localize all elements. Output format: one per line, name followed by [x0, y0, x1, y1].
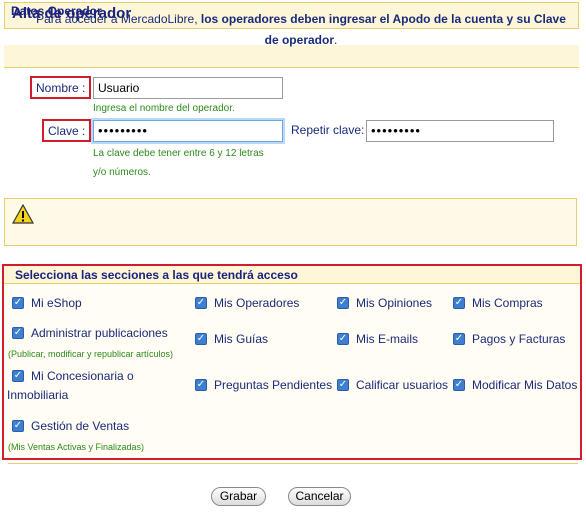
repetir-clave-input[interactable]: •••••••••: [366, 120, 554, 142]
perm-label-mi-concesionaria: Mi Concesionaria o: [31, 369, 134, 383]
divider: [8, 463, 578, 464]
perm-label-mis-guias: Mis Guías: [214, 332, 269, 346]
perm-label-pagos-facturas: Pagos y Facturas: [472, 332, 566, 346]
checkbox-preguntas-pendientes[interactable]: ✓: [195, 379, 207, 391]
nombre-hint: Ingresa el nombre del operador.: [93, 103, 235, 114]
perm-label-mi-eshop: Mi eShop: [31, 296, 82, 310]
clave-label: Clave :: [42, 119, 92, 142]
perm-sub-gestion-ventas: (Mis Ventas Activas y Finalizadas): [8, 442, 145, 452]
perm-sub-administrar-publicaciones: (Publicar, modificar y republicar artícu…: [8, 349, 174, 359]
checkbox-mi-concesionaria[interactable]: ✓: [12, 370, 24, 382]
perm-label-gestion-ventas: Gestión de Ventas: [31, 419, 130, 433]
warning-icon: [11, 203, 35, 229]
checkbox-gestion-ventas[interactable]: ✓: [12, 420, 24, 432]
checkbox-mis-compras[interactable]: ✓: [453, 297, 465, 309]
repetir-clave-label: Repetir clave:: [291, 123, 365, 137]
nombre-label: Nombre :: [30, 76, 92, 99]
checkbox-mis-emails[interactable]: ✓: [337, 333, 349, 345]
cancel-button[interactable]: Cancelar: [288, 487, 351, 506]
checkbox-pagos-facturas[interactable]: ✓: [453, 333, 465, 345]
warning-box: [4, 198, 577, 246]
checkbox-modificar-mis-datos[interactable]: ✓: [453, 379, 465, 391]
checkbox-mis-opiniones[interactable]: ✓: [337, 297, 349, 309]
perm-label-preguntas-pendientes: Preguntas Pendientes: [214, 378, 333, 392]
perm-label-modificar-mis-datos: Modificar Mis Datos: [472, 378, 578, 392]
perm-label-mis-operadores: Mis Operadores: [214, 296, 300, 310]
checkbox-mi-eshop[interactable]: ✓: [12, 297, 24, 309]
perm-label-calificar-usuarios: Calificar usuarios: [356, 378, 449, 392]
clave-input[interactable]: •••••••••: [93, 120, 283, 142]
perm-label-mis-opiniones: Mis Opiniones: [356, 296, 433, 310]
checkbox-administrar-publicaciones[interactable]: ✓: [12, 327, 24, 339]
clave-hint-2: y/o números.: [93, 167, 151, 178]
perm-label-inmobiliaria: Inmobiliaria: [7, 388, 69, 402]
warning-text-end: .: [334, 33, 338, 47]
checkbox-mis-operadores[interactable]: ✓: [195, 297, 207, 309]
permissions-title: Selecciona las secciones a las que tendr…: [15, 268, 298, 282]
save-button[interactable]: Grabar: [211, 487, 266, 506]
nombre-input[interactable]: Usuario: [93, 77, 283, 99]
perm-label-mis-emails: Mis E-mails: [356, 332, 418, 346]
warning-text-plain: Para acceder a MercadoLibre,: [36, 12, 201, 26]
checkbox-calificar-usuarios[interactable]: ✓: [337, 379, 349, 391]
perm-label-mis-compras: Mis Compras: [472, 296, 543, 310]
perm-label-administrar-publicaciones: Administrar publicaciones: [31, 326, 168, 340]
clave-hint-1: La clave debe tener entre 6 y 12 letras: [93, 148, 264, 159]
warning-text: Para acceder a MercadoLibre, los operado…: [36, 9, 566, 51]
checkbox-mis-guias[interactable]: ✓: [195, 333, 207, 345]
warning-text-bold: los operadores deben ingresar el Apodo d…: [200, 12, 566, 47]
